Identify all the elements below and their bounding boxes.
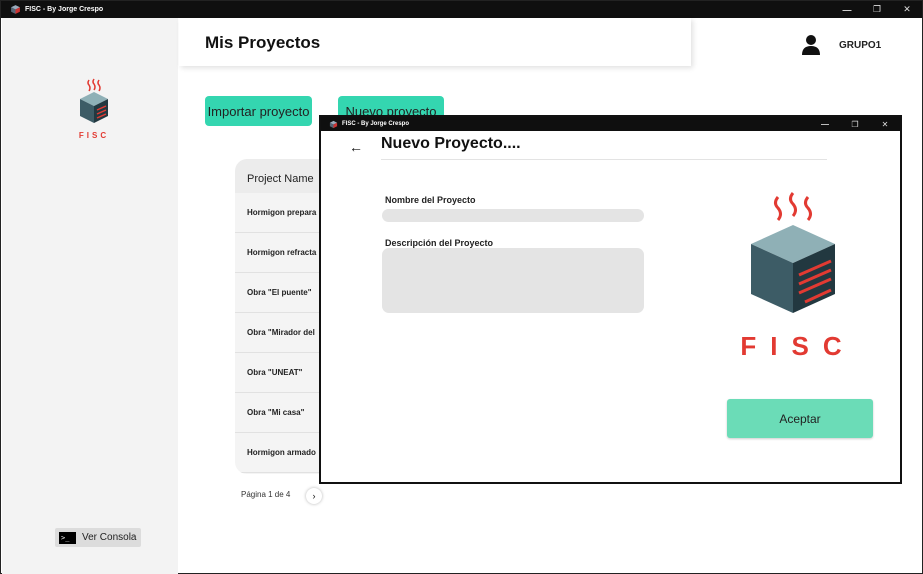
dialog-app-icon — [329, 120, 338, 128]
window-controls: — ❐ ✕ — [832, 1, 922, 18]
main-window: FISC - By Jorge Crespo — ❐ ✕ FISC >_ Ver… — [0, 0, 923, 574]
window-title: FISC - By Jorge Crespo — [25, 6, 104, 13]
dialog-minimize-button[interactable]: — — [810, 117, 840, 131]
project-name-label: Nombre del Proyecto — [385, 195, 476, 205]
sidebar-logo-text: FISC — [79, 131, 109, 140]
dialog-window-title: FISC - By Jorge Crespo — [342, 121, 410, 127]
console-label: Ver Consola — [82, 532, 137, 543]
ver-consola-button[interactable]: >_ Ver Consola — [55, 528, 141, 547]
app-icon — [11, 5, 20, 14]
minimize-button[interactable]: — — [832, 1, 862, 18]
sidebar: FISC >_ Ver Consola — [2, 18, 178, 574]
dialog-titlebar[interactable]: FISC - By Jorge Crespo — ❐ ✕ — [321, 117, 900, 131]
terminal-icon: >_ — [59, 531, 76, 544]
page-title: Mis Proyectos — [205, 33, 321, 52]
dialog-maximize-button[interactable]: ❐ — [840, 117, 870, 131]
username: GRUPO1 — [839, 39, 882, 51]
pager-text: Página 1 de 4 — [241, 490, 291, 499]
project-description-label: Descripción del Proyecto — [385, 238, 494, 248]
import-project-button[interactable]: Importar proyecto — [205, 96, 312, 126]
next-page-button[interactable]: › — [306, 488, 322, 504]
close-button[interactable]: ✕ — [892, 1, 922, 18]
fisc-logo-icon: FISC — [740, 192, 855, 361]
user-icon — [802, 35, 820, 55]
back-arrow-icon[interactable]: ← — [349, 139, 363, 155]
fisc-logo-icon: FISC — [79, 78, 109, 140]
dialog-logo-text: FISC — [740, 331, 855, 361]
maximize-button[interactable]: ❐ — [862, 1, 892, 18]
project-description-input[interactable] — [382, 248, 644, 313]
accept-button[interactable]: Aceptar — [727, 399, 873, 438]
new-project-dialog: FISC - By Jorge Crespo — ❐ ✕ ← Nuevo Pro… — [319, 115, 902, 484]
user-menu[interactable]: GRUPO1 — [801, 34, 881, 56]
project-name-input[interactable] — [382, 209, 644, 222]
dialog-title: Nuevo Proyecto.... — [381, 135, 521, 152]
main-titlebar[interactable]: FISC - By Jorge Crespo — ❐ ✕ — [1, 1, 922, 18]
dialog-close-button[interactable]: ✕ — [870, 117, 900, 131]
header-card: Mis Proyectos — [179, 18, 691, 66]
dialog-window-controls: — ❐ ✕ — [810, 117, 900, 131]
title-divider — [381, 159, 827, 160]
